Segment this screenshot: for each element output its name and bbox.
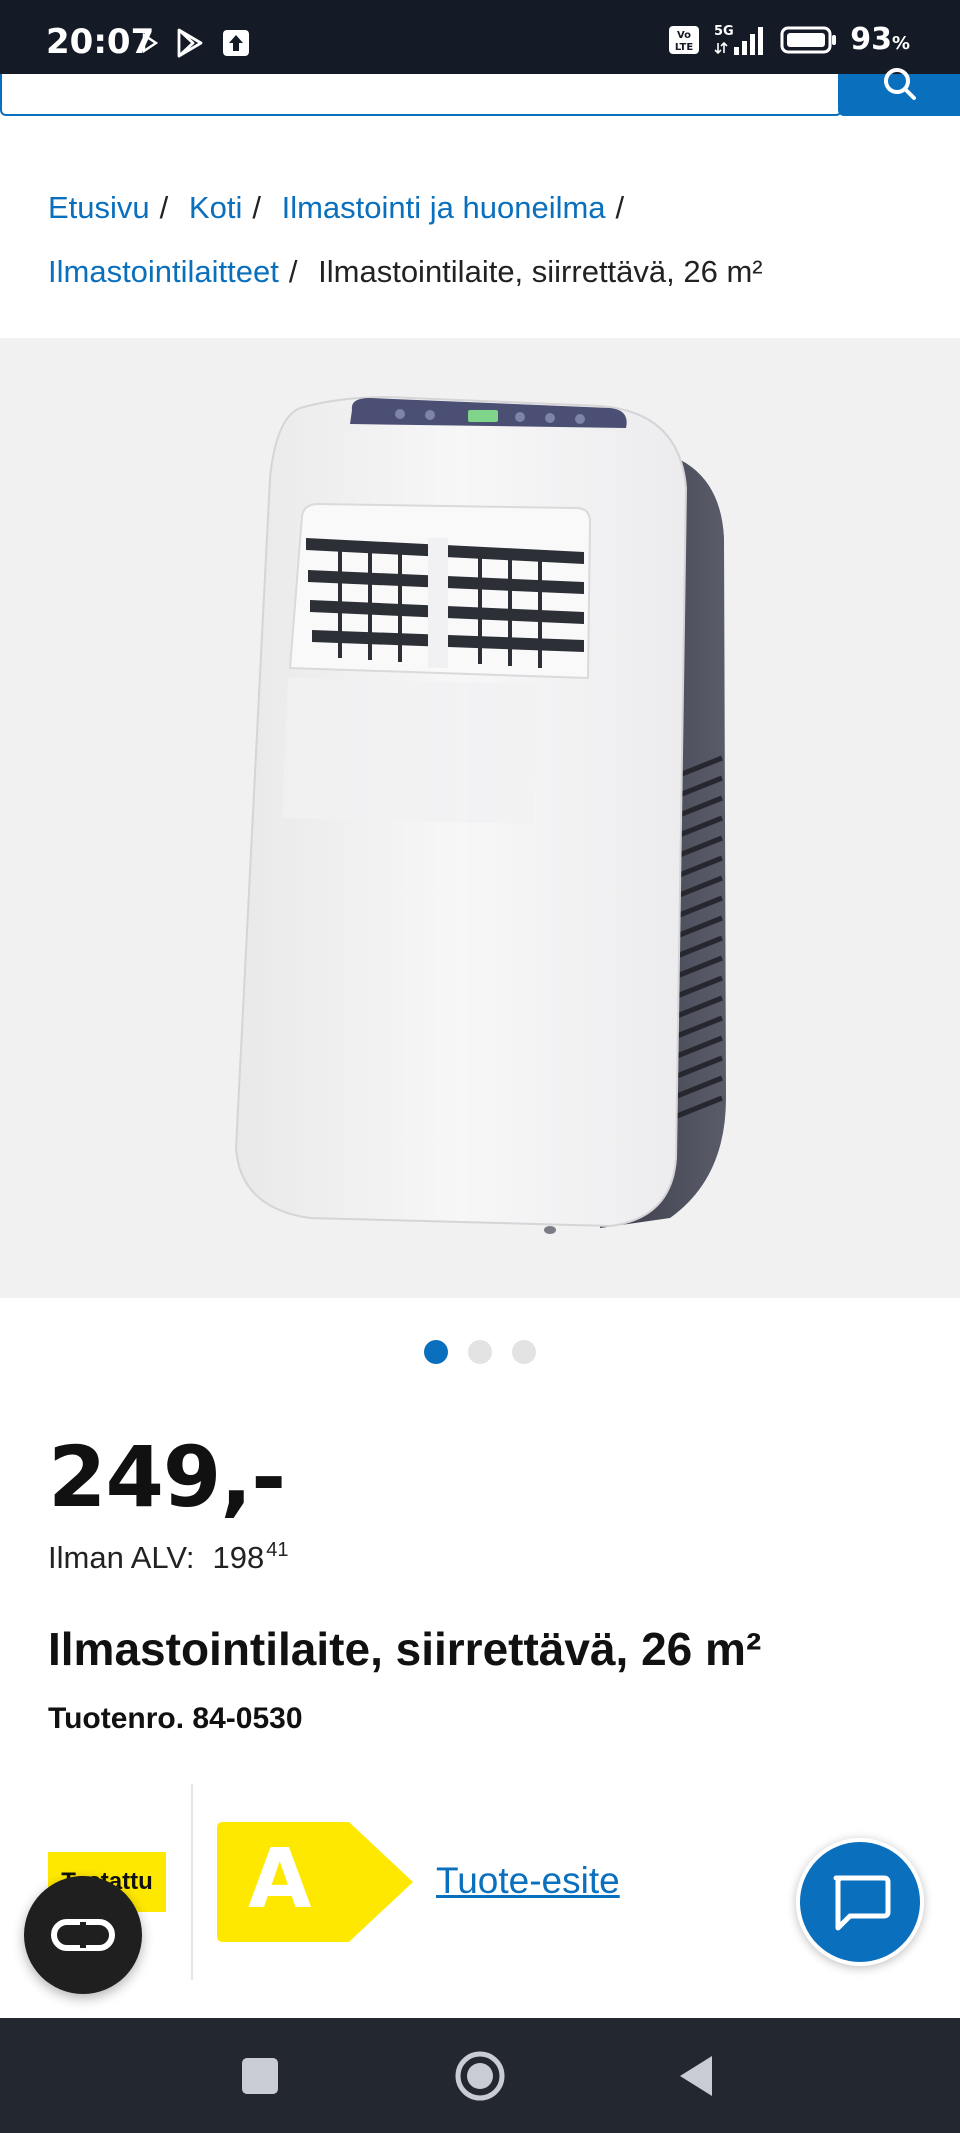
play-icon [177, 28, 203, 58]
back-icon[interactable] [676, 2046, 716, 2106]
system-icons: Vo LTE 5G 93% [668, 22, 910, 57]
cobrowse-button[interactable] [24, 1876, 142, 1994]
status-time: 20:07 [46, 22, 155, 62]
breadcrumb-link-air[interactable]: Ilmastointi ja huoneilma [282, 190, 606, 225]
battery-percent: 93% [850, 22, 910, 57]
volte-icon: VoLTE [669, 25, 700, 54]
net-price-integer: 198 [212, 1540, 265, 1575]
breadcrumb: Etusivu / Koti / Ilmastointi ja huoneilma /… [48, 176, 928, 304]
system-navigation-bar [0, 2018, 960, 2133]
energy-label-icon[interactable] [217, 1822, 413, 1942]
play-store-notification-icon [142, 33, 158, 53]
gallery-dot-2[interactable] [468, 1340, 492, 1364]
svg-text:Vo: Vo [677, 30, 691, 41]
vat-label: Ilman ALV: [48, 1540, 195, 1575]
svg-text:LTE: LTE [675, 42, 694, 53]
breadcrumb-link-home-category[interactable]: Koti [189, 190, 242, 225]
cobrowse-icon [51, 1919, 115, 1951]
breadcrumb-separator: / [615, 190, 625, 225]
svg-text:5G: 5G [714, 24, 734, 39]
net-price-decimals: 41 [266, 1539, 289, 1561]
gallery-pagination [0, 1340, 960, 1364]
breadcrumb-separator: / [159, 190, 169, 225]
search-input[interactable] [0, 74, 842, 116]
energy-class: A [248, 1832, 312, 1927]
product-leaflet-link[interactable]: Tuote-esite [436, 1860, 620, 1902]
product-image [234, 396, 726, 1234]
breadcrumb-link-home[interactable]: Etusivu [48, 190, 150, 225]
gallery-dot-3[interactable] [512, 1340, 536, 1364]
breadcrumb-separator: / [288, 254, 298, 289]
price-without-vat: Ilman ALV: 198 41 [48, 1539, 289, 1576]
chat-icon [833, 1875, 891, 1931]
badge-divider [191, 1784, 193, 1980]
breadcrumb-current: Ilmastointilaite, siirrettävä, 26 m² [318, 254, 763, 289]
gallery-dot-1[interactable] [424, 1340, 448, 1364]
home-icon[interactable] [452, 2046, 508, 2106]
signal-icon: 5G [714, 24, 764, 55]
status-bar: 20:07 Vo LTE 5G 93% [0, 0, 960, 74]
breadcrumb-separator: / [252, 190, 261, 225]
product-price: 249,- [48, 1428, 286, 1526]
search-icon [884, 68, 916, 100]
notification-icons [142, 28, 250, 58]
battery-icon [780, 26, 837, 53]
chat-button[interactable] [796, 1838, 924, 1966]
product-image-gallery[interactable] [0, 338, 960, 1298]
upload-icon [223, 30, 249, 56]
product-title: Ilmastointilaite, siirrettävä, 26 m² [48, 1623, 762, 1675]
search-button[interactable] [838, 68, 960, 116]
product-number: Tuotenro. 84-0530 [48, 1702, 303, 1735]
recents-icon[interactable] [242, 2046, 278, 2106]
breadcrumb-link-air-conditioners[interactable]: Ilmastointilaitteet [48, 254, 279, 289]
